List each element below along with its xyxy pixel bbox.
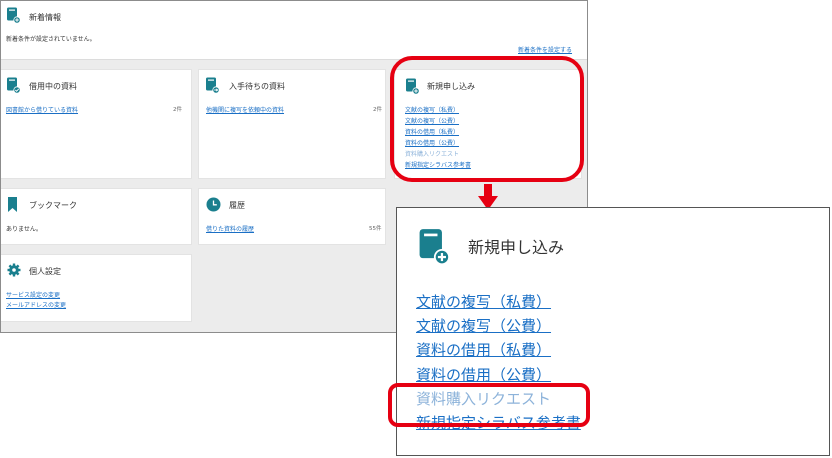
zoom-link-copy-private[interactable]: 文献の複写（私費）	[416, 291, 551, 312]
waiting-link[interactable]: 他機関に複写を依頼中の資料	[206, 105, 284, 114]
bookmark-message: ありません。	[6, 226, 42, 233]
card-borrowing: 借用中の資料 図書館から借りている資料 2件	[1, 70, 191, 178]
zoom-link-loan-public[interactable]: 資料の借用（公費）	[416, 364, 551, 385]
borrowing-link[interactable]: 図書館から借りている資料	[6, 105, 78, 114]
card-borrowing-title: 借用中の資料	[29, 82, 77, 91]
highlight-request-card	[390, 56, 584, 182]
waiting-count: 2件	[373, 107, 382, 113]
zoom-title: 新規申し込み	[468, 238, 565, 257]
card-waiting-title: 入手待ちの資料	[229, 82, 285, 91]
clock-icon	[206, 197, 221, 212]
highlight-purchase-link	[388, 383, 590, 427]
news-setting-link[interactable]: 新着条件を設定する	[518, 45, 572, 54]
settings-link-email[interactable]: メールアドレスの変更	[6, 300, 66, 309]
news-title: 新着情報	[29, 13, 61, 22]
bookmark-icon	[8, 197, 17, 212]
gear-icon	[7, 263, 21, 277]
history-link[interactable]: 借りた資料の履歴	[206, 224, 254, 233]
book-check-icon	[7, 77, 20, 94]
history-count: 55件	[369, 226, 382, 232]
news-panel: 新着情報 新着条件が設定されていません。 新着条件を設定する	[1, 1, 587, 60]
book-plus-icon	[7, 7, 20, 24]
zoom-link-copy-public[interactable]: 文献の複写（公費）	[416, 315, 551, 336]
card-history: 履歴 借りた資料の履歴 55件	[199, 189, 385, 244]
zoom-link-loan-private[interactable]: 資料の借用（私費）	[416, 339, 551, 360]
settings-link-service[interactable]: サービス設定の変更	[6, 290, 60, 299]
card-bookmark: ブックマーク ありません。	[1, 189, 191, 244]
book-arrow-icon	[206, 77, 219, 94]
borrowing-count: 2件	[173, 107, 182, 113]
book-plus-icon	[419, 229, 450, 266]
news-message: 新着条件が設定されていません。	[6, 36, 96, 43]
card-waiting: 入手待ちの資料 他機関に複写を依頼中の資料 2件	[199, 70, 385, 178]
card-settings-title: 個人設定	[29, 267, 61, 276]
card-history-title: 履歴	[229, 201, 245, 210]
card-settings: 個人設定 サービス設定の変更 メールアドレスの変更	[1, 255, 191, 321]
card-bookmark-title: ブックマーク	[29, 201, 77, 210]
